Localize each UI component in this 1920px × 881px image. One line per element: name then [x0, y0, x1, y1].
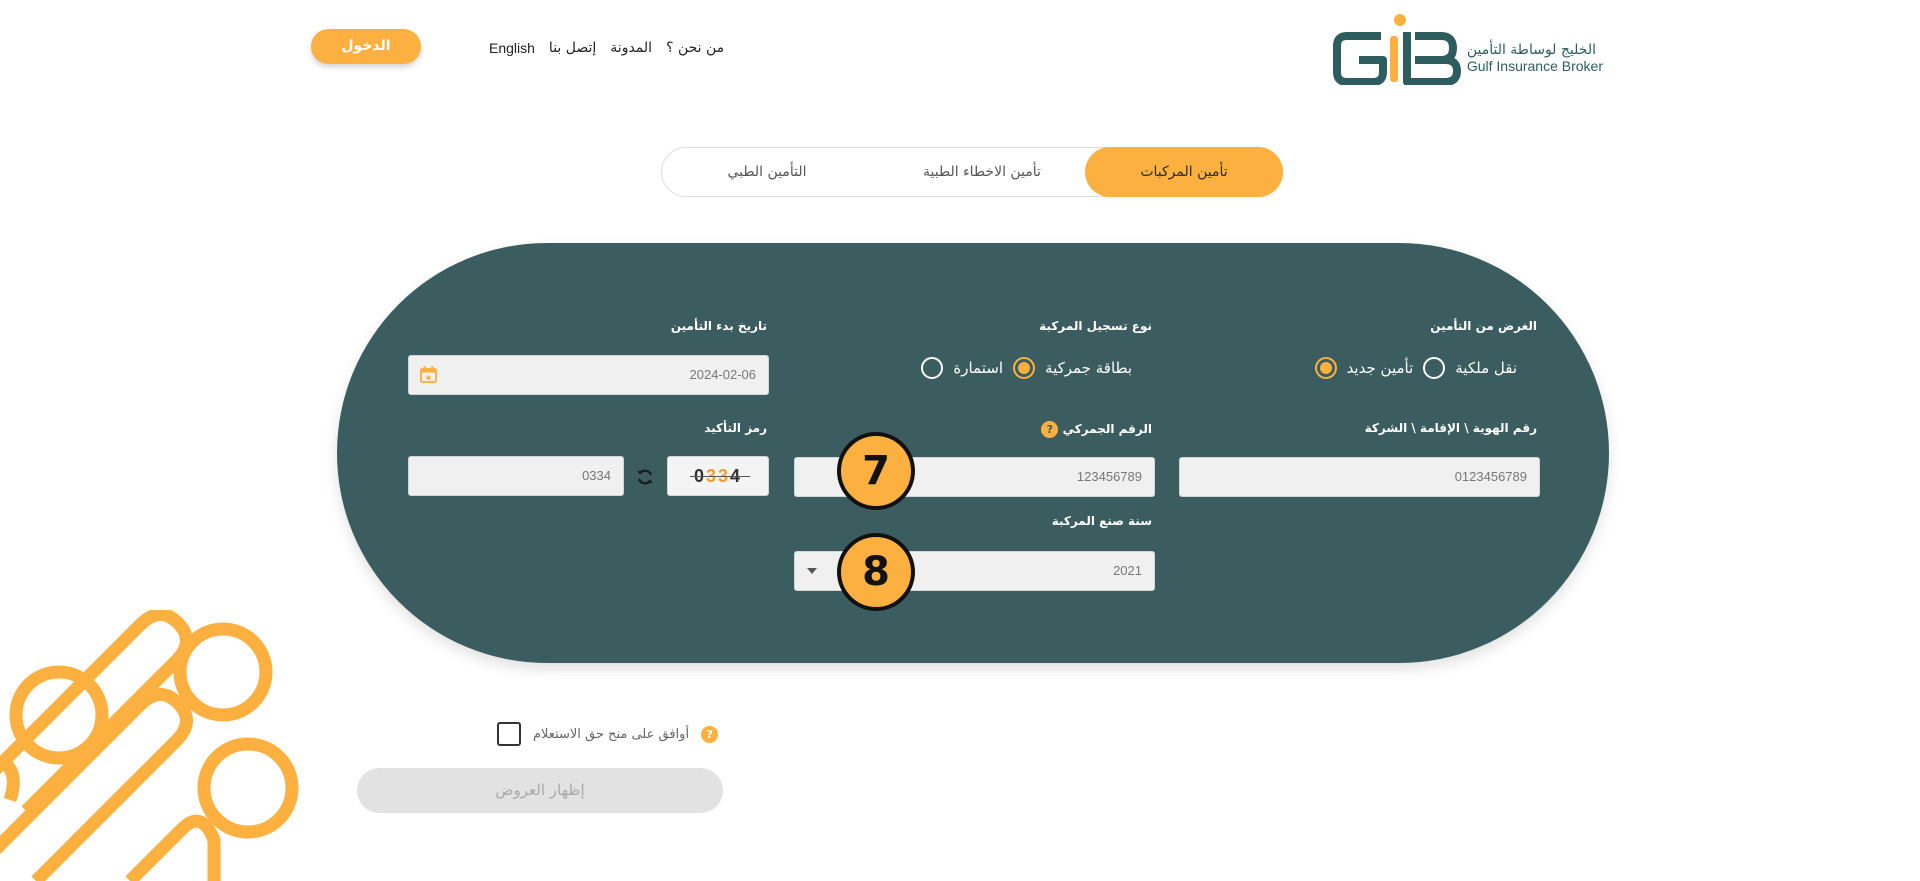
consent-checkbox[interactable] [497, 722, 521, 746]
annotation-badge-8: 8 [837, 533, 915, 611]
radio-checked-icon[interactable] [1314, 357, 1337, 379]
chevron-down-icon[interactable] [807, 568, 817, 574]
captcha-image: 0334 [667, 456, 769, 496]
start-date-value: 2024-02-06 [689, 367, 757, 382]
brand-logo[interactable]: الخليج لوساطة التأمين Gulf Insurance Bro… [1333, 10, 1603, 85]
radio-checked-icon[interactable] [1013, 357, 1036, 379]
purpose-transfer-label: نقل ملكية [1455, 359, 1517, 377]
captcha-input[interactable]: 0334 [408, 456, 624, 496]
purpose-radio-group: تأمين جديد نقل ملكية [1314, 357, 1537, 379]
captcha-label: رمز التأكيد [704, 421, 767, 435]
manufacture-year-label: سنة صنع المركبة [1051, 514, 1152, 528]
start-date-label: تاريخ بدء التأمين [670, 319, 767, 333]
manufacture-year-value: 2021 [1113, 563, 1142, 578]
tab-malpractice-insurance[interactable]: تأمين الاخطاء الطبية [882, 148, 1082, 196]
tab-medical-insurance[interactable]: التأمين الطبي [682, 148, 852, 196]
decorative-pattern [0, 610, 299, 881]
nav-blog-link[interactable]: المدونة [610, 40, 652, 56]
nav-language-link[interactable]: English [489, 40, 535, 56]
logo-arabic-name: الخليج لوساطة التأمين [1466, 42, 1596, 58]
quote-form-card: الغرض من التأمين نوع تسجيل المركبة تاريخ… [337, 243, 1609, 663]
radio-unchecked-icon[interactable] [1423, 357, 1446, 379]
registration-form-option[interactable]: استمارة [921, 357, 1003, 379]
customs-number-label-wrap: الرقم الجمركي ? [1041, 421, 1152, 438]
show-offers-button[interactable]: إظهار العروض [357, 768, 723, 813]
calendar-icon[interactable] [419, 365, 438, 384]
id-number-value: 0123456789 [1454, 469, 1527, 484]
insurance-type-tabs: التأمين الطبي تأمين الاخطاء الطبية تأمين… [661, 147, 1283, 197]
captcha-char-2: 33 [705, 466, 731, 486]
gib-logo-mark [1333, 14, 1461, 85]
captcha-char-1: 0 [693, 466, 706, 486]
logo-english-name: Gulf Insurance Broker [1466, 58, 1603, 74]
id-number-label: رقم الهوية \ الإقامة \ الشركة [1364, 421, 1537, 435]
logo-text: الخليج لوساطة التأمين Gulf Insurance Bro… [1467, 42, 1603, 74]
registration-type-label: نوع تسجيل المركبة [1039, 319, 1152, 333]
consent-label: أوافق على منح حق الاستعلام [533, 726, 690, 742]
help-icon[interactable]: ? [1041, 421, 1059, 438]
nav-contact-link[interactable]: إتصل بنا [549, 40, 596, 56]
purpose-new-label: تأمين جديد [1346, 359, 1414, 377]
purpose-transfer-option[interactable]: نقل ملكية [1423, 357, 1517, 379]
purpose-label: الغرض من التأمين [1430, 319, 1537, 333]
id-number-input[interactable]: 0123456789 [1179, 457, 1540, 497]
captcha-input-value: 0334 [582, 468, 611, 483]
purpose-new-option[interactable]: تأمين جديد [1314, 357, 1414, 379]
captcha-char-3: 4 [730, 466, 743, 486]
login-button[interactable]: الدخول [311, 29, 421, 64]
registration-form-label: استمارة [953, 359, 1004, 377]
consent-row: أوافق على منح حق الاستعلام ? [497, 722, 719, 746]
nav-about-link[interactable]: من نحن ؟ [666, 40, 724, 56]
registration-radio-group: استمارة بطاقة جمركية [921, 357, 1152, 379]
top-nav: من نحن ؟ المدونة إتصل بنا English [489, 38, 724, 58]
customs-number-label: الرقم الجمركي [1062, 422, 1152, 436]
radio-unchecked-icon[interactable] [921, 357, 944, 379]
refresh-icon[interactable] [635, 467, 655, 487]
start-date-input[interactable]: 2024-02-06 [408, 355, 769, 395]
registration-customs-label: بطاقة جمركية [1045, 359, 1132, 377]
tab-motor-insurance[interactable]: تأمين المركبات [1085, 147, 1283, 197]
annotation-badge-7: 7 [837, 432, 915, 510]
help-icon[interactable]: ? [701, 725, 719, 743]
registration-customs-option[interactable]: بطاقة جمركية [1013, 357, 1132, 379]
customs-number-value: 123456789 [1076, 469, 1142, 484]
